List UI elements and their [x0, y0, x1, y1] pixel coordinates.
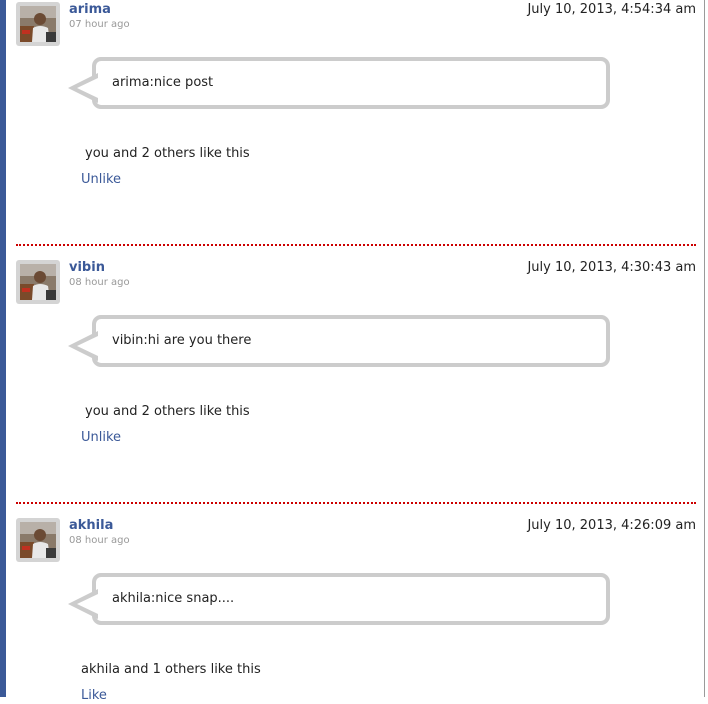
avatar[interactable] [16, 2, 60, 46]
relative-time: 08 hour ago [69, 277, 130, 288]
message-bubble: vibin:hi are you there [68, 315, 610, 367]
author-name[interactable]: arima [69, 2, 111, 18]
post-divider [16, 502, 696, 504]
likes-summary: akhila and 1 others like this [81, 662, 261, 677]
like-link[interactable]: Like [81, 688, 107, 704]
speech-tail-icon [68, 331, 98, 361]
speech-tail-icon [68, 589, 98, 619]
author-name[interactable]: vibin [69, 260, 105, 276]
post-divider [16, 244, 696, 246]
feed-post: arima 07 hour ago July 10, 2013, 4:54:34… [6, 2, 704, 260]
feed-post: akhila 08 hour ago July 10, 2013, 4:26:0… [6, 518, 704, 703]
unlike-link[interactable]: Unlike [81, 172, 121, 188]
likes-summary: you and 2 others like this [85, 146, 250, 161]
right-border-rail [704, 0, 705, 697]
user-photo-icon [20, 264, 56, 300]
feed-post: vibin 08 hour ago July 10, 2013, 4:30:43… [6, 260, 704, 518]
author-name[interactable]: akhila [69, 518, 113, 534]
message-bubble: akhila:nice snap.... [68, 573, 610, 625]
user-photo-icon [20, 522, 56, 558]
message-text: arima:nice post [112, 75, 214, 90]
message-bubble: arima:nice post [68, 57, 610, 109]
relative-time: 07 hour ago [69, 19, 130, 30]
relative-time: 08 hour ago [69, 535, 130, 546]
avatar[interactable] [16, 260, 60, 304]
post-timestamp: July 10, 2013, 4:54:34 am [527, 2, 696, 17]
avatar[interactable] [16, 518, 60, 562]
message-text: vibin:hi are you there [112, 333, 252, 348]
post-timestamp: July 10, 2013, 4:30:43 am [527, 260, 696, 275]
message-text: akhila:nice snap.... [112, 591, 235, 606]
likes-summary: you and 2 others like this [85, 404, 250, 419]
unlike-link[interactable]: Unlike [81, 430, 121, 446]
speech-tail-icon [68, 73, 98, 103]
post-timestamp: July 10, 2013, 4:26:09 am [527, 518, 696, 533]
user-photo-icon [20, 6, 56, 42]
